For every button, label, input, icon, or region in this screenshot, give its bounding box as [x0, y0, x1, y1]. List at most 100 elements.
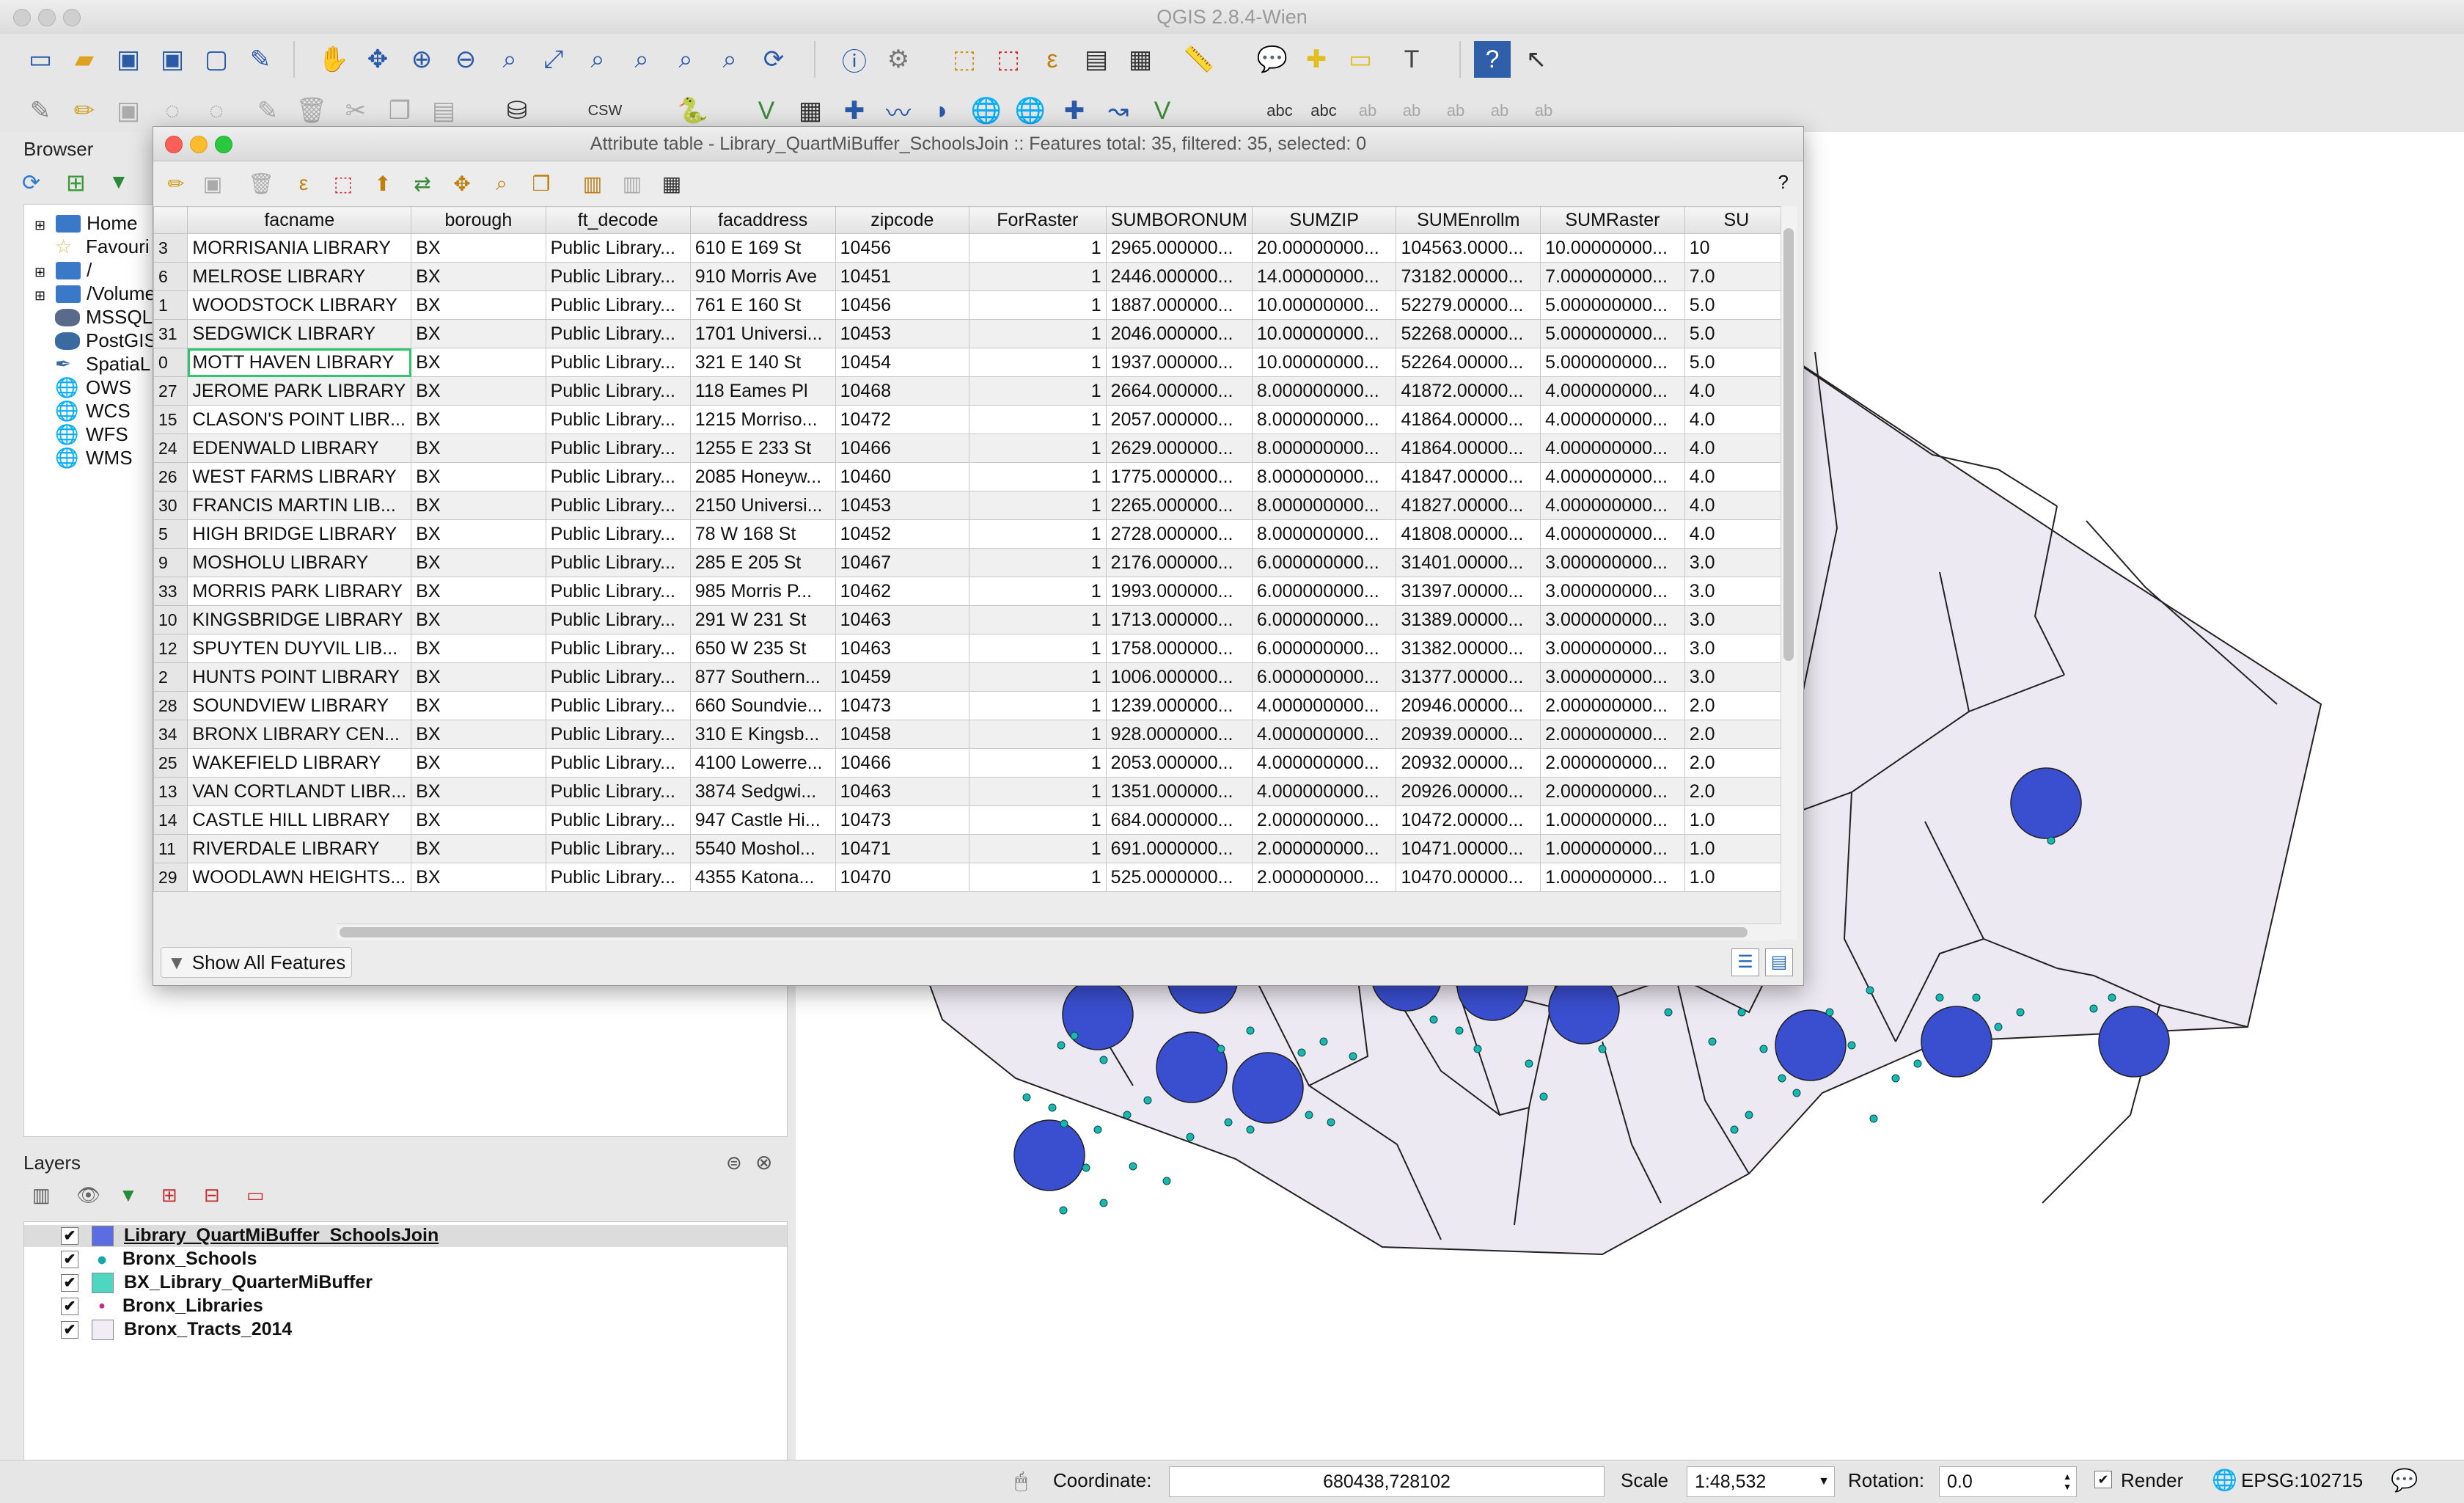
library-buffer[interactable] [1013, 1119, 1085, 1191]
copy-selected-rows-icon[interactable]: ❐ [523, 165, 560, 202]
table-cell[interactable]: BX [411, 577, 546, 606]
label-change-icon[interactable]: ab [1525, 92, 1562, 129]
table-cell[interactable]: 2965.000000... [1105, 233, 1253, 263]
row-header[interactable]: 3 [153, 233, 188, 263]
layer-bronx-schools[interactable]: ✔ ● Bronx_Schools [61, 1248, 257, 1270]
table-cell[interactable]: 1 [969, 605, 1107, 635]
table-cell[interactable]: 1 [969, 462, 1107, 491]
table-cell[interactable]: 4.000000000... [1540, 462, 1685, 491]
table-cell[interactable]: 1 [969, 376, 1107, 406]
column-header[interactable]: zipcode [835, 206, 970, 234]
crs-globe-icon[interactable]: 🌐 [2212, 1468, 2237, 1492]
table-cell[interactable]: 4100 Lowerre... [689, 748, 836, 778]
row-header[interactable]: 31 [153, 319, 188, 348]
table-cell[interactable]: 10470.00000... [1396, 863, 1541, 892]
row-header[interactable]: 34 [153, 720, 188, 749]
table-cell[interactable]: 2.0 [1684, 777, 1789, 806]
browser-item-favourites[interactable]: ☆ Favouri [55, 235, 150, 258]
layer-visibility-checkbox[interactable]: ✔ [61, 1273, 78, 1292]
table-cell[interactable]: 3.0 [1684, 577, 1789, 606]
table-cell[interactable]: BX [411, 834, 546, 863]
table-cell[interactable]: 1 [969, 805, 1107, 835]
table-view-icon[interactable]: ☰ [1731, 948, 1759, 976]
table-row[interactable]: 15 CLASON'S POINT LIBR... BX Public Library… [153, 405, 1789, 434]
table-cell[interactable]: Public Library... [545, 491, 691, 520]
row-header[interactable]: 27 [153, 376, 188, 406]
table-cell[interactable]: 6.000000000... [1251, 605, 1397, 635]
table-cell[interactable]: 610 E 169 St [689, 233, 836, 263]
table-cell[interactable]: 41864.00000... [1396, 434, 1541, 463]
table-cell[interactable]: 7.0 [1684, 262, 1789, 291]
table-cell[interactable]: 1.0 [1684, 863, 1789, 892]
row-header[interactable]: 6 [153, 262, 188, 291]
table-cell[interactable]: 2.000000000... [1251, 805, 1397, 835]
field-calculator-icon[interactable]: ▦ [653, 165, 690, 202]
table-cell[interactable]: BX [411, 605, 546, 635]
table-cell[interactable]: 6.000000000... [1251, 634, 1397, 663]
table-cell[interactable]: 31377.00000... [1396, 662, 1541, 692]
rotation-field[interactable]: 0.0 ▲ ▼ [1939, 1466, 2077, 1497]
open-project-icon[interactable]: ▰ [66, 41, 103, 78]
table-cell[interactable]: 1.0 [1684, 805, 1789, 835]
layer-visibility-checkbox[interactable]: ✔ [61, 1250, 78, 1268]
table-cell[interactable]: BRONX LIBRARY CEN... [187, 720, 412, 749]
table-cell[interactable]: 525.0000000... [1105, 863, 1253, 892]
table-cell[interactable]: 4.000000000... [1540, 519, 1685, 549]
table-cell[interactable]: 285 E 205 St [689, 548, 836, 577]
attribute-table-grid[interactable]: facname borough ft_decode facaddress zip… [153, 206, 1789, 940]
table-cell[interactable]: 3.000000000... [1540, 662, 1685, 692]
table-row[interactable]: 13 VAN CORTLANDT LIBR... BX Public Library.… [153, 777, 1789, 806]
table-cell[interactable]: VAN CORTLANDT LIBR... [187, 777, 412, 806]
open-layer-styling-icon[interactable]: ▥ [32, 1184, 51, 1207]
table-cell[interactable]: 10470 [835, 863, 970, 892]
table-cell[interactable]: 104563.0000... [1396, 233, 1541, 263]
table-cell[interactable]: 31389.00000... [1396, 605, 1541, 635]
table-cell[interactable]: Public Library... [545, 748, 691, 778]
zoom-out-icon[interactable]: ⊖ [447, 41, 484, 78]
new-project-icon[interactable]: ▭ [22, 41, 59, 78]
table-cell[interactable]: 5.0 [1684, 348, 1789, 377]
table-cell[interactable]: 985 Morris P... [689, 577, 836, 606]
table-cell[interactable]: 10467 [835, 548, 970, 577]
table-cell[interactable]: 1 [969, 577, 1107, 606]
table-cell[interactable]: 10.00000000... [1251, 290, 1397, 320]
table-cell[interactable]: 1 [969, 748, 1107, 778]
table-cell[interactable]: Public Library... [545, 691, 691, 720]
move-feature-icon[interactable]: ◌ [198, 92, 235, 129]
table-cell[interactable]: 1 [969, 434, 1107, 463]
table-vertical-scrollbar[interactable] [1781, 206, 1797, 940]
table-cell[interactable]: 1215 Morriso... [689, 405, 836, 434]
table-cell[interactable]: 10471 [835, 834, 970, 863]
table-cell[interactable]: BX [411, 290, 546, 320]
table-cell[interactable]: Public Library... [545, 834, 691, 863]
new-column-icon[interactable]: ▥ [574, 165, 611, 202]
browser-item-volumes[interactable]: ⊞/Volume [34, 282, 155, 305]
table-cell[interactable]: WEST FARMS LIBRARY [187, 462, 412, 491]
table-cell[interactable]: MORRIS PARK LIBRARY [187, 577, 412, 606]
messages-icon[interactable]: 💬 [2391, 1468, 2418, 1493]
table-horizontal-scrollbar[interactable] [337, 924, 1781, 940]
action-icon[interactable]: ⚙ [880, 41, 917, 78]
label-rotate-icon[interactable]: ab [1481, 92, 1518, 129]
table-cell[interactable]: 20.00000000... [1251, 233, 1397, 263]
table-cell[interactable]: 1713.000000... [1105, 605, 1253, 635]
save-edits-icon[interactable]: ▣ [194, 165, 231, 202]
library-buffer[interactable] [2098, 1006, 2170, 1078]
library-buffer[interactable] [1232, 1052, 1304, 1124]
db-manager-icon[interactable]: ⛁ [499, 92, 535, 129]
row-header[interactable]: 33 [153, 577, 188, 606]
table-cell[interactable]: 41827.00000... [1396, 491, 1541, 520]
table-cell[interactable]: BX [411, 491, 546, 520]
table-cell[interactable]: 10472.00000... [1396, 805, 1541, 835]
table-cell[interactable]: 684.0000000... [1105, 805, 1253, 835]
coordinate-field[interactable]: 680438,728102 [1169, 1466, 1605, 1497]
new-print-composer-icon[interactable]: ▢ [198, 41, 235, 78]
toggle-editing-icon[interactable]: ✏ [66, 92, 103, 129]
table-cell[interactable]: 2085 Honeyw... [689, 462, 836, 491]
table-cell[interactable]: CLASON'S POINT LIBR... [187, 405, 412, 434]
table-cell[interactable]: 1.000000000... [1540, 863, 1685, 892]
column-header[interactable]: facaddress [689, 206, 836, 234]
table-cell[interactable]: 3.000000000... [1540, 605, 1685, 635]
filter-legend-icon[interactable]: ▼ [119, 1184, 138, 1207]
table-cell[interactable]: 20926.00000... [1396, 777, 1541, 806]
